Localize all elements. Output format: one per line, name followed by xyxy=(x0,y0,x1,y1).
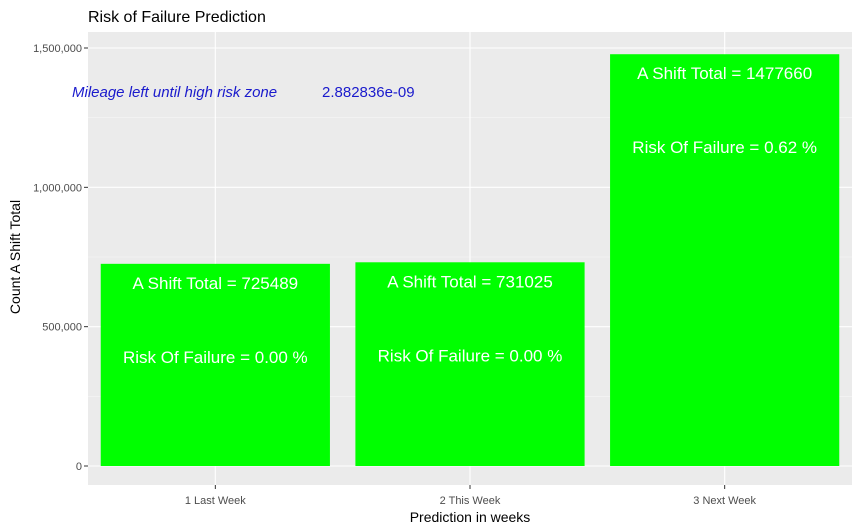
y-tick-label: 0 xyxy=(76,461,82,473)
annotation-label: Mileage left until high risk zone xyxy=(72,84,277,101)
bar-total-label: A Shift Total = 725489 xyxy=(133,274,299,293)
x-tick-label: 2 This Week xyxy=(440,495,501,507)
annotation-value: 2.882836e-09 xyxy=(322,84,415,101)
x-tick-label: 3 Next Week xyxy=(693,495,756,507)
y-tick-label: 1,500,000 xyxy=(33,43,82,55)
x-axis-title: Prediction in weeks xyxy=(410,509,531,525)
x-tick-label: 1 Last Week xyxy=(185,495,246,507)
y-tick-label: 1,000,000 xyxy=(33,182,82,194)
y-tick-label: 500,000 xyxy=(42,322,82,334)
bar-total-label: A Shift Total = 1477660 xyxy=(637,64,812,83)
bar xyxy=(610,54,840,467)
y-axis-title: Count A Shift Total xyxy=(7,200,23,314)
bar-total-label: A Shift Total = 731025 xyxy=(387,272,553,291)
bar-risk-label: Risk Of Failure = 0.00 % xyxy=(378,346,563,365)
bar-risk-label: Risk Of Failure = 0.00 % xyxy=(123,348,308,367)
bar-chart: Risk of Failure Prediction A Shift Total… xyxy=(0,0,861,532)
chart-title: Risk of Failure Prediction xyxy=(88,9,266,26)
bar-risk-label: Risk Of Failure = 0.62 % xyxy=(632,138,817,157)
